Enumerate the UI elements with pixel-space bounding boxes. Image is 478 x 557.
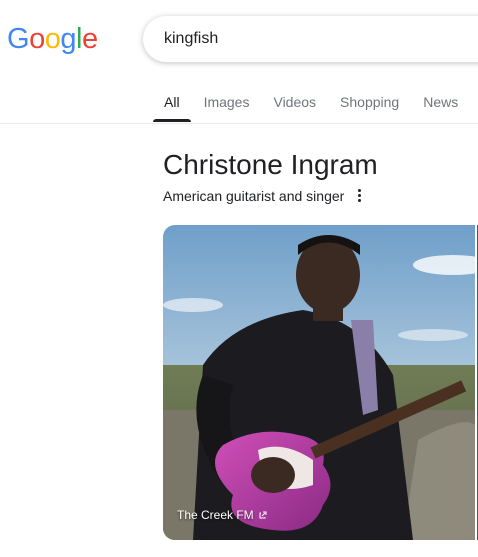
google-logo[interactable]: Google [7, 20, 98, 58]
search-results-page: Google All Images Videos Shopping News M… [0, 0, 478, 557]
knowledge-panel-title: Christone Ingram [163, 149, 378, 180]
tab-shopping[interactable]: Shopping [340, 84, 399, 122]
search-input[interactable] [164, 30, 464, 48]
tab-videos[interactable]: Videos [273, 84, 316, 122]
tab-images[interactable]: Images [204, 84, 250, 122]
knowledge-panel-subtitle: American guitarist and singer [163, 188, 345, 204]
logo-letter: o [44, 23, 61, 55]
link-icon [258, 510, 268, 520]
tab-all[interactable]: All [153, 84, 191, 122]
tab-news[interactable]: News [423, 84, 458, 122]
knowledge-panel-image[interactable]: The Creek FM [163, 225, 475, 540]
logo-letter: g [60, 23, 76, 55]
tabs-divider [0, 123, 478, 124]
logo-letter: G [7, 23, 30, 55]
image-source-caption[interactable]: The Creek FM [177, 508, 268, 522]
guitarist-photo [163, 225, 475, 540]
logo-letter: o [29, 23, 45, 55]
search-tabs: All Images Videos Shopping News M [153, 84, 478, 122]
search-box[interactable] [143, 16, 478, 62]
more-vert-icon[interactable] [352, 184, 366, 206]
image-source-label: The Creek FM [177, 508, 254, 522]
logo-letter: e [81, 23, 98, 55]
